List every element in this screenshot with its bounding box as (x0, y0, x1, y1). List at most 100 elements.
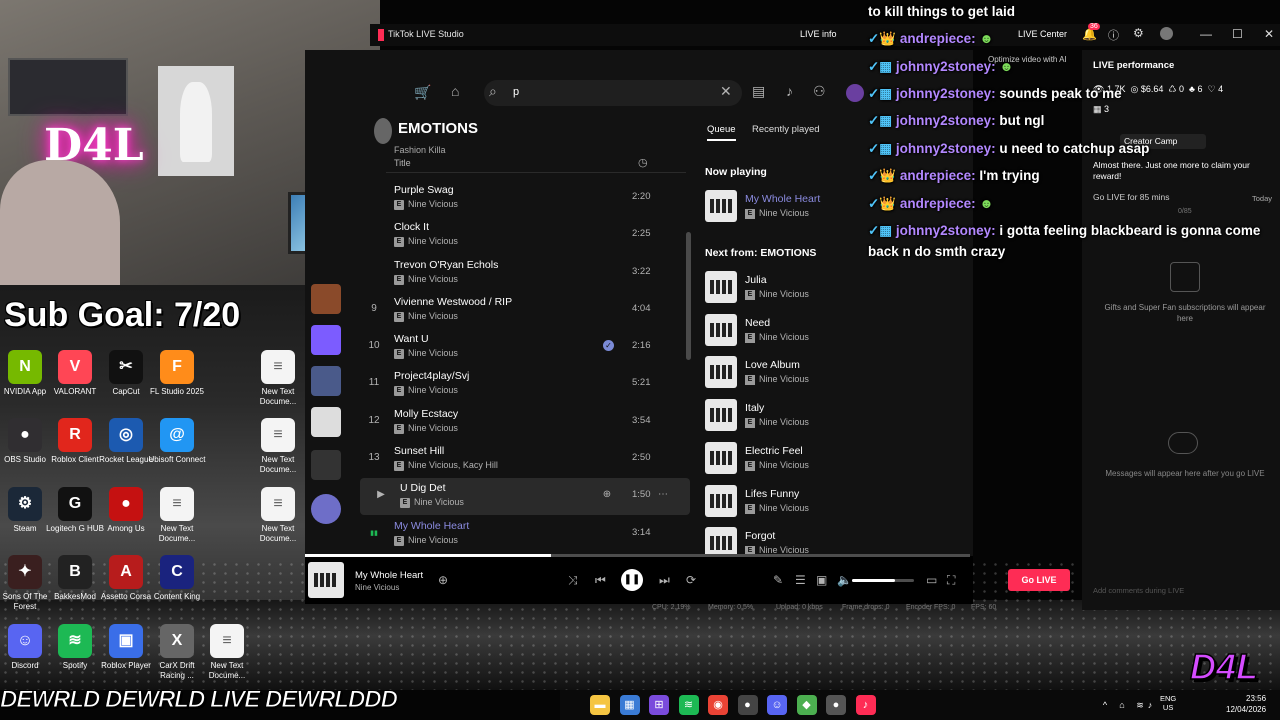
fullscreen-icon[interactable]: ⛶ (947, 573, 955, 588)
profile-avatar[interactable] (1160, 27, 1173, 40)
desktop-icon[interactable]: @ Ubisoft Connect (146, 418, 208, 465)
previous-icon[interactable]: ⏮ (595, 573, 606, 588)
comment-input[interactable]: Add comments during LIVE (1086, 582, 1272, 600)
queue-item[interactable]: Love Album E Nine Vicious (705, 356, 945, 390)
next-icon[interactable]: ⏭ (659, 573, 670, 588)
search-input[interactable] (484, 80, 742, 106)
minimize-icon[interactable]: — (1200, 27, 1212, 41)
browse-icon[interactable]: ▤ (752, 83, 765, 100)
liked-songs-item[interactable] (311, 325, 341, 355)
queue-icon[interactable]: ☰ (795, 573, 806, 587)
track-duration: 4:04 (632, 303, 651, 314)
live-center-button[interactable]: LIVE Center (1018, 29, 1067, 39)
friends-icon[interactable]: ⚇ (813, 83, 826, 100)
shuffle-icon[interactable]: ⤨ (568, 573, 578, 588)
discord-icon[interactable]: ☺ (767, 695, 787, 715)
github-icon[interactable]: ● (826, 695, 846, 715)
column-title-header[interactable]: Title (394, 158, 411, 168)
library-item[interactable] (311, 407, 341, 437)
pause-button[interactable]: ❚❚ (621, 569, 643, 591)
track-row[interactable]: ▶ U Dig Det E Nine Vicious ⊕ ⋯ 1:50 (360, 478, 690, 515)
desktop-icon[interactable]: ≡ New Text Docume... (146, 487, 208, 544)
library-item[interactable] (311, 494, 341, 524)
queue-item[interactable]: Electric Feel E Nine Vicious (705, 441, 945, 476)
app-icon: B (58, 555, 92, 589)
now-playing-title[interactable]: My Whole Heart (355, 570, 423, 581)
tab-queue[interactable]: Queue (707, 124, 736, 141)
help-icon[interactable]: ⓘ (1108, 27, 1119, 43)
go-live-button[interactable]: Go LIVE (1008, 569, 1070, 591)
search-value[interactable]: p (513, 86, 519, 98)
desktop-icon[interactable]: ≡ New Text Docume... (247, 418, 309, 475)
app-icon: V (58, 350, 92, 384)
queue-item[interactable]: Lifes Funny E Nine Vicious (705, 484, 945, 519)
desktop-icon[interactable]: C Content King (146, 555, 208, 602)
explicit-badge: E (394, 386, 404, 396)
spotify-icon[interactable]: ≋ (678, 695, 699, 715)
language-indicator[interactable]: ENG US (1160, 694, 1176, 712)
volume-tray-icon[interactable]: ♪ (1145, 695, 1155, 715)
cart-icon[interactable]: 🛒 (414, 84, 431, 101)
track-row[interactable]: ▮▮ My Whole Heart E Nine Vicious 3:14 (360, 516, 690, 553)
explicit-badge: E (394, 424, 404, 434)
play-icon[interactable]: ▶ (374, 489, 388, 500)
more-options-icon[interactable]: ⋯ (656, 489, 670, 500)
library-item[interactable] (311, 366, 341, 396)
notifications-icon[interactable]: ♪ (786, 83, 793, 99)
screen: D4L N NVIDIA App V VALORANT ✂ CapCut F FL Studi… (0, 0, 1280, 720)
tracklist-scrollbar[interactable] (686, 232, 691, 360)
desktop-icon[interactable]: ≡ New Text Docume... (247, 487, 309, 544)
track-row[interactable]: 9 Vivienne Westwood / RIP E Nine Vicious 4:0… (360, 292, 690, 329)
connect-device-icon[interactable]: ▣ (816, 573, 827, 587)
desktop-icon[interactable]: ≡ New Text Docume... (247, 350, 309, 407)
track-duration: 3:14 (632, 527, 651, 538)
library-item[interactable] (311, 450, 341, 480)
up-arrow-icon[interactable]: ^ (1100, 695, 1110, 715)
explicit-badge: E (394, 237, 404, 247)
now-playing-artist[interactable]: Nine Vicious (355, 583, 399, 592)
chat-text: u need to catchup asap (999, 141, 1150, 156)
queue-item[interactable]: Italy E Nine Vicious (705, 399, 945, 433)
volume-icon[interactable]: 🔈 (837, 573, 852, 587)
add-to-playlist-icon[interactable]: ⊕ (438, 573, 448, 587)
track-row[interactable]: Trevon O'Ryan Echols E Nine Vicious 3:22 (360, 255, 690, 292)
network-icon[interactable]: ⌂ (1117, 695, 1127, 715)
clear-search-icon[interactable]: ✕ (720, 83, 732, 100)
miniplayer-icon[interactable]: ▭ (926, 573, 937, 587)
track-row[interactable]: 11 Project4play/Svj E Nine Vicious 5:21 (360, 366, 690, 403)
add-icon[interactable]: ⊕ (600, 489, 614, 500)
app-badge-icon[interactable]: ⊞ (649, 695, 669, 715)
track-row[interactable]: Clock It E Nine Vicious 2:25 (360, 217, 690, 254)
close-icon[interactable]: ✕ (1264, 27, 1274, 41)
repeat-icon[interactable]: ⟳ (686, 573, 696, 587)
home-icon[interactable]: ⌂ (451, 83, 459, 99)
obs-icon[interactable]: ● (737, 695, 758, 715)
now-playing-art[interactable] (308, 562, 344, 598)
store-icon[interactable]: ▦ (619, 695, 640, 715)
track-row[interactable]: 10 Want U E Nine Vicious ✓ 2:16 (360, 329, 690, 366)
liked-check-icon[interactable]: ✓ (603, 340, 614, 351)
maximize-icon[interactable]: ☐ (1232, 27, 1243, 41)
library-item[interactable] (311, 284, 341, 314)
folder-icon[interactable]: ▬ (590, 695, 610, 715)
track-row[interactable]: Purple Swag E Nine Vicious 2:20 (360, 180, 690, 217)
lyrics-icon[interactable]: ✎ (773, 573, 783, 587)
chat-message: ✓▦ johnny2stoney: but ngl (868, 113, 1044, 129)
wifi-icon[interactable]: ≋ (1135, 695, 1145, 715)
tab-recently-played[interactable]: Recently played (752, 124, 820, 135)
track-row[interactable]: 13 Sunset Hill E Nine Vicious, Kacy Hill 2:5… (360, 441, 690, 478)
chrome-icon[interactable]: ◉ (708, 695, 728, 715)
live-info-button[interactable]: LIVE info (800, 29, 837, 39)
queue-item[interactable]: Julia E Nine Vicious (705, 271, 945, 305)
user-avatar[interactable] (846, 84, 864, 102)
app-icon: ⚙ (8, 487, 42, 521)
chat-username: andrepiece: (899, 31, 976, 46)
desktop-icon[interactable]: F FL Studio 2025 (146, 350, 208, 397)
track-row[interactable]: 12 Molly Ecstacy E Nine Vicious 3:54 (360, 404, 690, 441)
desktop-icon-label: New Text Docume... (259, 524, 297, 543)
queue-item[interactable]: Need E Nine Vicious (705, 313, 945, 348)
settings-gear-icon[interactable]: ⚙ (1133, 26, 1144, 40)
desktop-icon[interactable]: ≡ New Text Docume... (196, 624, 258, 681)
tiktok-icon[interactable]: ♪ (855, 695, 876, 715)
app-icon[interactable]: ◆ (796, 695, 817, 715)
